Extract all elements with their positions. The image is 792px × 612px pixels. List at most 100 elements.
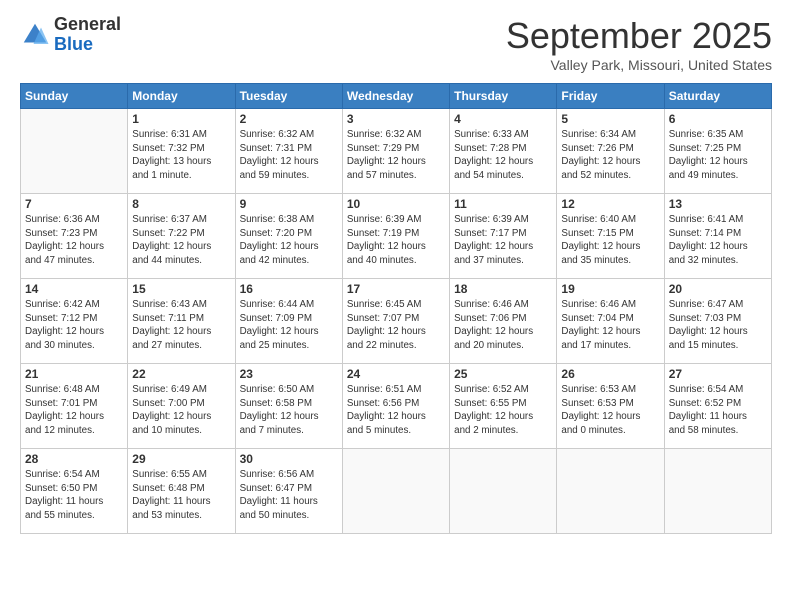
title-area: September 2025 Valley Park, Missouri, Un… — [506, 15, 772, 73]
calendar-day-cell: 24 Sunrise: 6:51 AM Sunset: 6:56 PM Dayli… — [342, 364, 449, 449]
day-info: Sunrise: 6:50 AM Sunset: 6:58 PM Dayligh… — [240, 383, 338, 438]
calendar-week-row: 14Sunrise: 6:42 AM Sunset: 7:12 PM Dayli… — [21, 279, 772, 364]
day-number: 30 — [240, 452, 338, 466]
calendar-day-cell: 11Sunrise: 6:39 AM Sunset: 7:17 PM Dayli… — [450, 194, 557, 279]
calendar-day-cell: 26 Sunrise: 6:53 AM Sunset: 6:53 PM Dayli… — [557, 364, 664, 449]
day-number: 4 — [454, 112, 552, 126]
calendar-day-cell: 14Sunrise: 6:42 AM Sunset: 7:12 PM Dayli… — [21, 279, 128, 364]
day-number: 16 — [240, 282, 338, 296]
day-number: 29 — [132, 452, 230, 466]
day-number: 26 — [561, 367, 659, 381]
calendar-day-cell: 2 Sunrise: 6:32 AM Sunset: 7:31 PM Daylig… — [235, 109, 342, 194]
day-info: Sunrise: 6:42 AM Sunset: 7:12 PM Dayligh… — [25, 298, 123, 353]
day-number: 10 — [347, 197, 445, 211]
day-info: Sunrise: 6:36 AM Sunset: 7:23 PM Dayligh… — [25, 213, 123, 268]
day-number: 15 — [132, 282, 230, 296]
calendar-day-cell — [557, 449, 664, 534]
day-number: 6 — [669, 112, 767, 126]
calendar-day-cell: 22 Sunrise: 6:49 AM Sunset: 7:00 PM Dayli… — [128, 364, 235, 449]
calendar-day-cell: 29 Sunrise: 6:55 AM Sunset: 6:48 PM Dayli… — [128, 449, 235, 534]
logo: General Blue — [20, 15, 121, 55]
calendar-day-cell: 8 Sunrise: 6:37 AM Sunset: 7:22 PM Daylig… — [128, 194, 235, 279]
day-info: Sunrise: 6:47 AM Sunset: 7:03 PM Dayligh… — [669, 298, 767, 353]
calendar-table: SundayMondayTuesdayWednesdayThursdayFrid… — [20, 83, 772, 534]
calendar-day-cell — [21, 109, 128, 194]
weekday-header: Thursday — [450, 84, 557, 109]
day-info: Sunrise: 6:31 AM Sunset: 7:32 PM Dayligh… — [132, 128, 230, 183]
calendar-week-row: 1 Sunrise: 6:31 AM Sunset: 7:32 PM Daylig… — [21, 109, 772, 194]
day-info: Sunrise: 6:46 AM Sunset: 7:04 PM Dayligh… — [561, 298, 659, 353]
calendar-day-cell: 12Sunrise: 6:40 AM Sunset: 7:15 PM Dayli… — [557, 194, 664, 279]
day-number: 25 — [454, 367, 552, 381]
page-header: General Blue September 2025 Valley Park,… — [20, 15, 772, 73]
day-number: 23 — [240, 367, 338, 381]
day-info: Sunrise: 6:56 AM Sunset: 6:47 PM Dayligh… — [240, 468, 338, 523]
day-number: 27 — [669, 367, 767, 381]
calendar-day-cell: 21 Sunrise: 6:48 AM Sunset: 7:01 PM Dayli… — [21, 364, 128, 449]
day-number: 19 — [561, 282, 659, 296]
day-info: Sunrise: 6:35 AM Sunset: 7:25 PM Dayligh… — [669, 128, 767, 183]
calendar-day-cell: 18 Sunrise: 6:46 AM Sunset: 7:06 PM Dayli… — [450, 279, 557, 364]
day-info: Sunrise: 6:45 AM Sunset: 7:07 PM Dayligh… — [347, 298, 445, 353]
calendar-day-cell: 4 Sunrise: 6:33 AM Sunset: 7:28 PM Daylig… — [450, 109, 557, 194]
logo-icon — [20, 20, 50, 50]
day-number: 12 — [561, 197, 659, 211]
calendar-day-cell: 23 Sunrise: 6:50 AM Sunset: 6:58 PM Dayli… — [235, 364, 342, 449]
weekday-header: Tuesday — [235, 84, 342, 109]
day-info: Sunrise: 6:32 AM Sunset: 7:29 PM Dayligh… — [347, 128, 445, 183]
day-info: Sunrise: 6:44 AM Sunset: 7:09 PM Dayligh… — [240, 298, 338, 353]
calendar-day-cell: 9Sunrise: 6:38 AM Sunset: 7:20 PM Daylig… — [235, 194, 342, 279]
weekday-header: Wednesday — [342, 84, 449, 109]
location: Valley Park, Missouri, United States — [506, 57, 772, 73]
day-info: Sunrise: 6:38 AM Sunset: 7:20 PM Dayligh… — [240, 213, 338, 268]
day-info: Sunrise: 6:54 AM Sunset: 6:52 PM Dayligh… — [669, 383, 767, 438]
weekday-header: Monday — [128, 84, 235, 109]
day-number: 24 — [347, 367, 445, 381]
calendar-day-cell: 15 Sunrise: 6:43 AM Sunset: 7:11 PM Dayli… — [128, 279, 235, 364]
day-number: 13 — [669, 197, 767, 211]
calendar-day-cell: 7 Sunrise: 6:36 AM Sunset: 7:23 PM Daylig… — [21, 194, 128, 279]
day-info: Sunrise: 6:41 AM Sunset: 7:14 PM Dayligh… — [669, 213, 767, 268]
day-number: 22 — [132, 367, 230, 381]
day-number: 7 — [25, 197, 123, 211]
day-info: Sunrise: 6:33 AM Sunset: 7:28 PM Dayligh… — [454, 128, 552, 183]
weekday-header: Friday — [557, 84, 664, 109]
calendar-day-cell: 1 Sunrise: 6:31 AM Sunset: 7:32 PM Daylig… — [128, 109, 235, 194]
day-number: 2 — [240, 112, 338, 126]
day-info: Sunrise: 6:32 AM Sunset: 7:31 PM Dayligh… — [240, 128, 338, 183]
day-number: 3 — [347, 112, 445, 126]
day-info: Sunrise: 6:51 AM Sunset: 6:56 PM Dayligh… — [347, 383, 445, 438]
day-info: Sunrise: 6:39 AM Sunset: 7:19 PM Dayligh… — [347, 213, 445, 268]
day-number: 17 — [347, 282, 445, 296]
day-info: Sunrise: 6:49 AM Sunset: 7:00 PM Dayligh… — [132, 383, 230, 438]
calendar-day-cell: 5 Sunrise: 6:34 AM Sunset: 7:26 PM Daylig… — [557, 109, 664, 194]
day-info: Sunrise: 6:52 AM Sunset: 6:55 PM Dayligh… — [454, 383, 552, 438]
day-info: Sunrise: 6:37 AM Sunset: 7:22 PM Dayligh… — [132, 213, 230, 268]
day-number: 5 — [561, 112, 659, 126]
day-info: Sunrise: 6:48 AM Sunset: 7:01 PM Dayligh… — [25, 383, 123, 438]
calendar-day-cell: 17 Sunrise: 6:45 AM Sunset: 7:07 PM Dayli… — [342, 279, 449, 364]
logo-text: General Blue — [54, 15, 121, 55]
day-info: Sunrise: 6:34 AM Sunset: 7:26 PM Dayligh… — [561, 128, 659, 183]
day-number: 20 — [669, 282, 767, 296]
calendar-week-row: 7 Sunrise: 6:36 AM Sunset: 7:23 PM Daylig… — [21, 194, 772, 279]
calendar-day-cell: 10 Sunrise: 6:39 AM Sunset: 7:19 PM Dayli… — [342, 194, 449, 279]
calendar-day-cell: 16 Sunrise: 6:44 AM Sunset: 7:09 PM Dayli… — [235, 279, 342, 364]
calendar-day-cell: 25 Sunrise: 6:52 AM Sunset: 6:55 PM Dayli… — [450, 364, 557, 449]
day-number: 21 — [25, 367, 123, 381]
day-info: Sunrise: 6:43 AM Sunset: 7:11 PM Dayligh… — [132, 298, 230, 353]
month-title: September 2025 — [506, 15, 772, 57]
day-info: Sunrise: 6:46 AM Sunset: 7:06 PM Dayligh… — [454, 298, 552, 353]
day-info: Sunrise: 6:53 AM Sunset: 6:53 PM Dayligh… — [561, 383, 659, 438]
calendar-week-row: 21 Sunrise: 6:48 AM Sunset: 7:01 PM Dayli… — [21, 364, 772, 449]
day-number: 28 — [25, 452, 123, 466]
calendar-day-cell: 20 Sunrise: 6:47 AM Sunset: 7:03 PM Dayli… — [664, 279, 771, 364]
day-info: Sunrise: 6:54 AM Sunset: 6:50 PM Dayligh… — [25, 468, 123, 523]
day-number: 8 — [132, 197, 230, 211]
calendar-header-row: SundayMondayTuesdayWednesdayThursdayFrid… — [21, 84, 772, 109]
day-number: 1 — [132, 112, 230, 126]
day-number: 18 — [454, 282, 552, 296]
day-info: Sunrise: 6:55 AM Sunset: 6:48 PM Dayligh… — [132, 468, 230, 523]
calendar-day-cell: 13 Sunrise: 6:41 AM Sunset: 7:14 PM Dayli… — [664, 194, 771, 279]
weekday-header: Sunday — [21, 84, 128, 109]
